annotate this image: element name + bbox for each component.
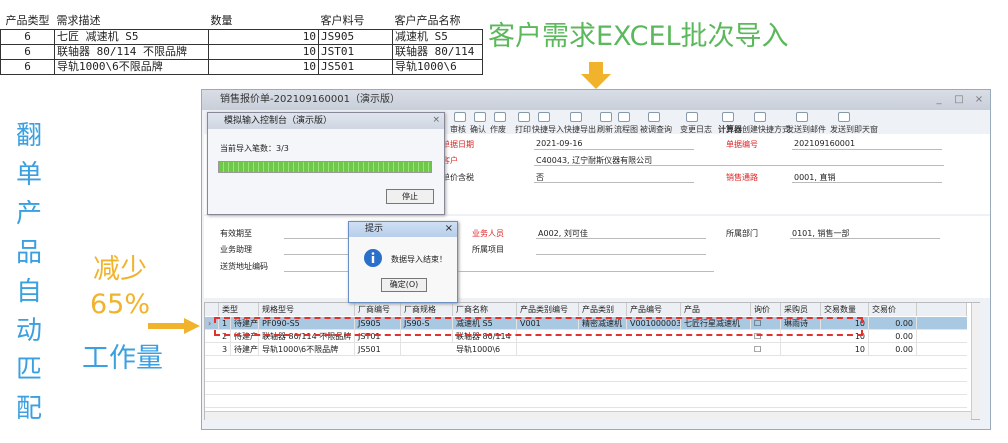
import-count: 当前导入笔数：3/3 (220, 143, 289, 154)
vertical-char: 动 (15, 316, 42, 346)
assist-label: 业务助理 (220, 245, 252, 254)
grid-header-category[interactable]: 产品类别 (579, 303, 627, 316)
import-dialog-title: 模拟输入控制台（演示版） (208, 113, 444, 129)
grid-header-price[interactable]: 交易价 (869, 303, 917, 316)
vertical-char: 产 (15, 199, 42, 229)
grid-header-buyer[interactable]: 采购员 (781, 303, 821, 316)
workload-caption: 工作量 (82, 343, 163, 374)
cell-price[interactable]: 0.00 (869, 343, 917, 356)
excel-cell: JST01 (318, 43, 393, 60)
excel-cell: 联轴器 80/114 不限品牌 (54, 43, 209, 60)
excel-cell: 6 (0, 28, 55, 45)
right-arrow-icon (148, 318, 200, 334)
reduce-percent: 65% (89, 289, 150, 320)
excel-cell: 10 (208, 58, 319, 75)
import-count-value: 3/3 (276, 144, 289, 153)
excel-cell: 导轨1000\6不限品牌 (54, 58, 209, 75)
excel-cell: JS905 (318, 28, 393, 45)
ok-button[interactable]: 确定(O) (381, 278, 427, 292)
excel-cell: 七匠 减速机 S5 (54, 28, 209, 45)
vertical-caption: 翻单产品自动匹配 (14, 117, 44, 429)
docno-field[interactable]: 202109160001 (794, 139, 855, 148)
horizontal-scrollbar[interactable] (205, 411, 971, 420)
vertical-char: 翻 (15, 121, 42, 151)
minimize-icon[interactable]: _ (932, 93, 946, 106)
reduce-line: 减少 (93, 254, 147, 285)
vertical-char: 自 (15, 277, 42, 307)
cell-qty[interactable]: 10 (821, 343, 869, 356)
grid-header-inquiry[interactable]: 询价 (751, 303, 781, 316)
grid-header-product-no[interactable]: 产品编号 (627, 303, 681, 316)
addr-label: 送货地址编码 (220, 262, 268, 271)
info-icon (364, 249, 382, 267)
excel-cell: 6 (0, 43, 55, 60)
valid-label: 有效期至 (220, 229, 252, 238)
date-label: 单据日期 (442, 140, 474, 149)
stop-button[interactable]: 停止 (386, 189, 434, 204)
cell-vendor-name[interactable]: 导轨1000\6 (453, 343, 517, 356)
grid-header-category-no[interactable]: 产品类别编号 (517, 303, 579, 316)
excel-header: 数量 (208, 14, 319, 30)
detail-form: 有效期至 业务助理 送货地址编码 业务人员 A002, 刘可佳 所属项目 所属部… (204, 216, 990, 298)
import-console-dialog: 模拟输入控制台（演示版） × 当前导入笔数：3/3 停止 (207, 112, 445, 215)
excel-header: 产品类型 (0, 14, 55, 30)
grid-header-vendor-name[interactable]: 厂商名称 (453, 303, 517, 316)
sales-label: 业务人员 (472, 229, 504, 238)
excel-cell: JS501 (318, 58, 393, 75)
date-field[interactable]: 2021-09-16 (536, 139, 583, 148)
headline: 客户需求EXCEL批次导入 (488, 21, 789, 52)
excel-cell: 联轴器 80/114 (392, 43, 483, 60)
table-row[interactable]: 3 待建产品 导轨1000\6不限品牌 JS501 导轨1000\6 ☐ 10 … (205, 343, 967, 356)
cell-price[interactable]: 0.00 (869, 330, 917, 343)
close-icon[interactable]: × (445, 223, 453, 234)
maximize-icon[interactable]: □ (952, 93, 966, 106)
tax-label: 单价含税 (442, 173, 474, 182)
reduce-caption: 减少 65% (70, 252, 170, 322)
excel-header: 需求描述 (54, 14, 209, 30)
excel-cell: 6 (0, 58, 55, 75)
vertical-char: 匹 (15, 355, 42, 385)
window-title: 销售报价单-202109160001（演示版） (202, 90, 990, 110)
grid-header-extra (917, 303, 967, 316)
grid-header-qty[interactable]: 交易数量 (821, 303, 869, 316)
toolbar: 审核 确认 作废 打印 快捷导入 快捷导出 刷新 流程图 被调查询 变更日志 计… (440, 112, 990, 134)
excel-header: 客户产品名称 (392, 14, 483, 30)
close-icon[interactable]: × (432, 115, 440, 125)
inquiry-checkbox[interactable]: ☐ (751, 343, 781, 356)
excel-header: 客户料号 (318, 14, 393, 30)
tip-dialog: 提示 × 数据导入结束！ 确定(O) (348, 221, 458, 303)
excel-cell: 减速机 S5 (392, 28, 483, 45)
grid-header-product[interactable]: 产品 (681, 303, 751, 316)
matched-row-highlight (214, 317, 863, 336)
grid-header-spec[interactable]: 规格型号 (259, 303, 355, 316)
cell-spec[interactable]: 导轨1000\6不限品牌 (259, 343, 355, 356)
excel-cell: 导轨1000\6 (392, 58, 483, 75)
tip-dialog-title: 提示 (349, 222, 457, 237)
cell-vendor-no[interactable]: JS501 (355, 343, 401, 356)
grid-header-vendor-no[interactable]: 厂商编号 (355, 303, 401, 316)
import-progress-bar (218, 161, 432, 173)
project-label: 所属项目 (472, 245, 504, 254)
cell-price[interactable]: 0.00 (869, 317, 917, 330)
vertical-char: 品 (15, 238, 42, 268)
excel-cell: 10 (208, 28, 319, 45)
row-number: 3 (219, 343, 231, 356)
channel-label: 销售通路 (726, 173, 758, 182)
tip-message: 数据导入结束！ (391, 255, 447, 264)
excel-cell: 10 (208, 43, 319, 60)
grid-corner (205, 303, 219, 316)
vertical-char: 单 (15, 160, 42, 190)
import-count-label: 当前导入笔数： (220, 144, 276, 153)
close-icon[interactable]: × (972, 93, 986, 106)
excel-table: 产品类型 需求描述 数量 客户料号 客户产品名称 6 七匠 减速机 S5 10 JS905 减速… (0, 14, 483, 75)
down-arrow-icon (581, 62, 611, 89)
docno-label: 单据编号 (726, 140, 758, 149)
dept-label: 所属部门 (726, 229, 758, 238)
grid-header-type[interactable]: 类型 (219, 303, 259, 316)
vertical-char: 配 (15, 394, 42, 424)
cell-type[interactable]: 待建产品 (231, 343, 259, 356)
grid-header-vendor-spec[interactable]: 厂商规格 (401, 303, 453, 316)
vertical-scrollbar[interactable] (971, 303, 980, 419)
